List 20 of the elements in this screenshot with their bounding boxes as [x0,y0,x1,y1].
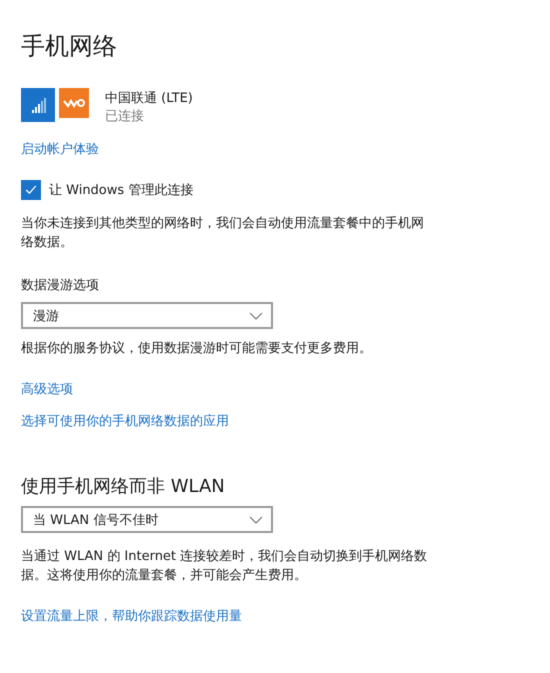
settings-link[interactable]: 选择可使用你的手机网络数据的应用 [21,412,229,430]
connection-status: 已连接 [105,108,145,126]
checkbox[interactable] [21,180,41,200]
carrier-name: 中国联通 (LTE) [105,90,193,108]
settings-link[interactable]: 高级选项 [21,380,229,398]
chevron-icon [249,312,263,320]
roaming-dropdown[interactable]: 漫游 [21,302,273,329]
wlan-dropdown[interactable]: 当 WLAN 信号不佳时 [21,506,273,533]
account-link[interactable]: 启动帐户体验 [21,140,99,158]
data-limit-link[interactable]: 设置流量上限，帮助你跟踪数据使用量 [21,607,242,625]
field-label: 数据漫游选项 [21,277,99,294]
checkbox-label: 让 Windows 管理此连接 [49,182,194,199]
carrier-logo-icon [59,88,89,118]
chevron-icon [249,516,263,524]
signal-icon [21,88,55,122]
page-title: 手机网络 [21,31,117,62]
description-text: 当你未连接到其他类型的网络时，我们会自动使用流量套餐中的手机网络数据。 [21,215,425,252]
section-heading: 使用手机网络而非 WLAN [21,475,225,498]
wlan-note: 当通过 WLAN 的 Internet 连接较差时，我们会自动切换到手机网络数据。这将使用你的流量套餐，并可能会产生费用。 [21,548,428,585]
roaming-note: 根据你的服务协议，使用数据漫游时可能需要支付更多费用。 [21,340,372,358]
